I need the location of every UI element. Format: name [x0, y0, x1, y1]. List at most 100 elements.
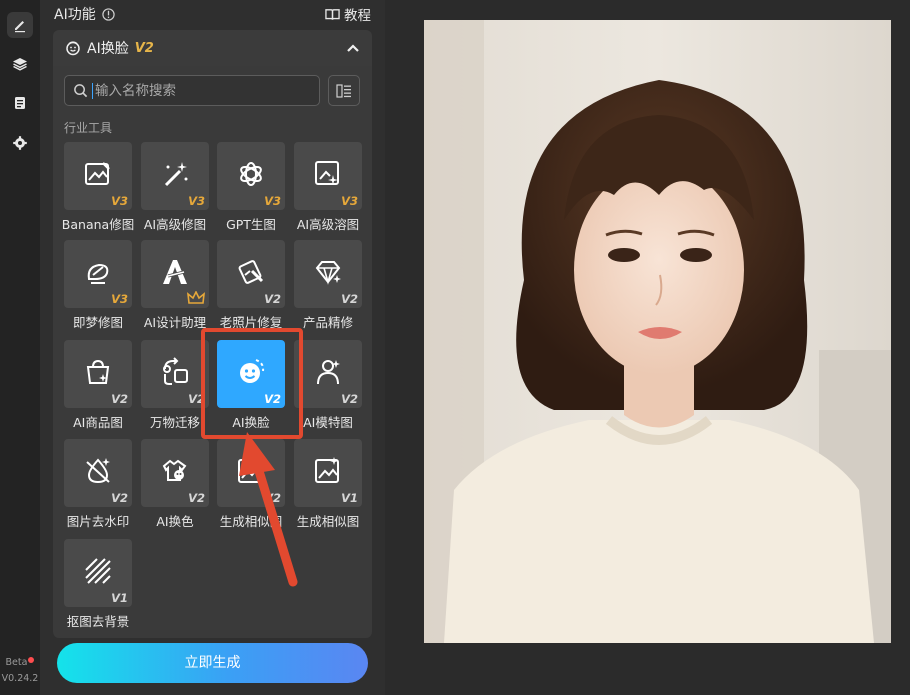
tool-name: 生成相似图 — [296, 514, 360, 529]
app-window: Beta V0.24.2 AI功能 教程 AI换脸 V2 输入名称搜索 行业工具… — [0, 0, 910, 695]
section-label: 行业工具 — [64, 121, 113, 135]
version-badge: V2 — [111, 392, 128, 406]
tool-item[interactable]: V2 AI模特图 — [294, 340, 362, 435]
tool-name: 抠图去背景 — [66, 614, 130, 629]
beta-label: Beta — [0, 657, 40, 668]
magic-wand-icon — [164, 162, 188, 187]
dropdown-label: AI换脸 — [87, 41, 129, 57]
search-box — [64, 75, 320, 106]
gear-icon[interactable] — [7, 130, 33, 156]
tool-item[interactable]: V2 图片去水印 — [64, 439, 132, 534]
version-badge: V3 — [264, 194, 281, 208]
function-dropdown[interactable]: AI换脸 V2 — [53, 30, 372, 66]
version-badge: V3 — [188, 194, 205, 208]
generate-button[interactable]: 立即生成 — [57, 643, 368, 683]
tool-item[interactable]: V2 产品精修 — [294, 240, 362, 335]
search-icon — [74, 84, 88, 98]
tool-tile[interactable]: V1 — [64, 539, 132, 607]
tool-name: AI商品图 — [73, 415, 123, 430]
search-input[interactable] — [92, 82, 292, 99]
version-badge: V2 — [264, 491, 281, 505]
tool-item[interactable]: V2 老照片修复 — [217, 240, 285, 335]
tool-item[interactable]: V2 万物迁移 — [141, 340, 209, 435]
tool-tile[interactable]: V2 — [294, 340, 362, 408]
version-badge: V1 — [111, 591, 128, 605]
face-icon — [66, 41, 80, 56]
tool-name: AI换色 — [156, 514, 194, 529]
tool-item[interactable]: V3 GPT生图 — [217, 142, 285, 237]
version-badge: V2 — [341, 292, 358, 306]
tool-name: Banana修图 — [61, 217, 135, 232]
tool-item[interactable]: V1 抠图去背景 — [64, 539, 132, 634]
portrait-photo — [424, 20, 891, 643]
version-badge: V3 — [111, 292, 128, 306]
ai-functions-panel: AI功能 教程 AI换脸 V2 行业工具 V3Banana修图V3AI高级修图V… — [40, 0, 385, 695]
version-badge: V2 — [111, 491, 128, 505]
tool-picker-popover: 行业工具 V3Banana修图V3AI高级修图V3GPT生图V3AI高级溶图V3… — [53, 66, 372, 638]
color-swap-icon — [162, 459, 187, 481]
tool-tile[interactable]: V3 — [64, 142, 132, 210]
tool-tile[interactable]: V3 — [64, 240, 132, 308]
tool-name: AI高级溶图 — [296, 217, 360, 232]
similar-image-icon — [238, 457, 262, 483]
tool-tile[interactable] — [141, 240, 209, 308]
tool-tile[interactable]: V2 — [217, 439, 285, 507]
photo-repair-icon — [238, 260, 264, 284]
list-view-toggle[interactable] — [328, 75, 360, 106]
tool-name: 图片去水印 — [66, 514, 130, 529]
design-a-icon — [163, 260, 187, 284]
tool-item[interactable]: V3 AI高级修图 — [141, 142, 209, 237]
version-badge: V2 — [341, 392, 358, 406]
tool-name: 即梦修图 — [72, 315, 123, 330]
notes-icon[interactable] — [7, 90, 33, 116]
tool-tile[interactable]: V2 — [64, 439, 132, 507]
panel-header: AI功能 教程 — [54, 4, 371, 24]
version-badge: V1 — [341, 491, 358, 505]
tool-item[interactable]: AI设计助理 — [141, 240, 209, 335]
tutorial-label: 教程 — [344, 8, 371, 24]
dropdown-version-badge: V2 — [134, 40, 154, 56]
version-badge: V2 — [264, 292, 281, 306]
portrait-image — [424, 20, 891, 643]
version-badge: V3 — [341, 194, 358, 208]
tool-tile[interactable]: V3 — [141, 142, 209, 210]
tool-item[interactable]: V3 即梦修图 — [64, 240, 132, 335]
similar-image-icon — [315, 457, 339, 483]
remove-watermark-icon — [86, 458, 110, 484]
tool-tile[interactable]: V2 — [64, 340, 132, 408]
list-grid-icon — [336, 83, 351, 98]
book-icon — [325, 8, 340, 20]
highlight-frame — [201, 328, 303, 439]
jimeng-icon — [87, 263, 109, 284]
tool-tile[interactable]: V2 — [294, 240, 362, 308]
edit-icon[interactable] — [7, 12, 33, 38]
left-toolbar: Beta V0.24.2 — [0, 0, 40, 695]
tool-item[interactable]: V2 AI商品图 — [64, 340, 132, 435]
layers-icon[interactable] — [7, 51, 33, 77]
info-icon[interactable] — [102, 7, 115, 21]
tool-item[interactable]: V3 Banana修图 — [62, 142, 134, 237]
tool-tile[interactable]: V3 — [294, 142, 362, 210]
shopping-bag-icon — [86, 359, 110, 384]
tool-name: 生成相似图 — [219, 514, 283, 529]
model-icon — [317, 360, 340, 385]
crown-icon — [187, 291, 205, 304]
version-number: V0.24.2 — [1, 673, 39, 684]
tool-tile[interactable]: V2 — [141, 439, 209, 507]
panel-title: AI功能 — [54, 7, 96, 23]
gpt-logo-icon — [240, 162, 262, 186]
tutorial-link[interactable]: 教程 — [325, 4, 371, 24]
tool-tile[interactable]: V2 — [141, 340, 209, 408]
chevron-up-icon[interactable] — [346, 43, 360, 53]
tool-tile[interactable]: V3 — [217, 142, 285, 210]
tool-name: AI高级修图 — [143, 217, 207, 232]
tool-item[interactable]: V2 生成相似图 — [217, 439, 285, 534]
diamond-icon — [315, 261, 341, 285]
image-edit-icon — [85, 162, 110, 185]
tool-item[interactable]: V3 AI高级溶图 — [294, 142, 362, 237]
tool-tile[interactable]: V2 — [217, 240, 285, 308]
tool-tile[interactable]: V1 — [294, 439, 362, 507]
tool-item[interactable]: V2 AI换色 — [141, 439, 209, 534]
version-badge: V3 — [111, 194, 128, 208]
tool-item[interactable]: V1 生成相似图 — [294, 439, 362, 534]
